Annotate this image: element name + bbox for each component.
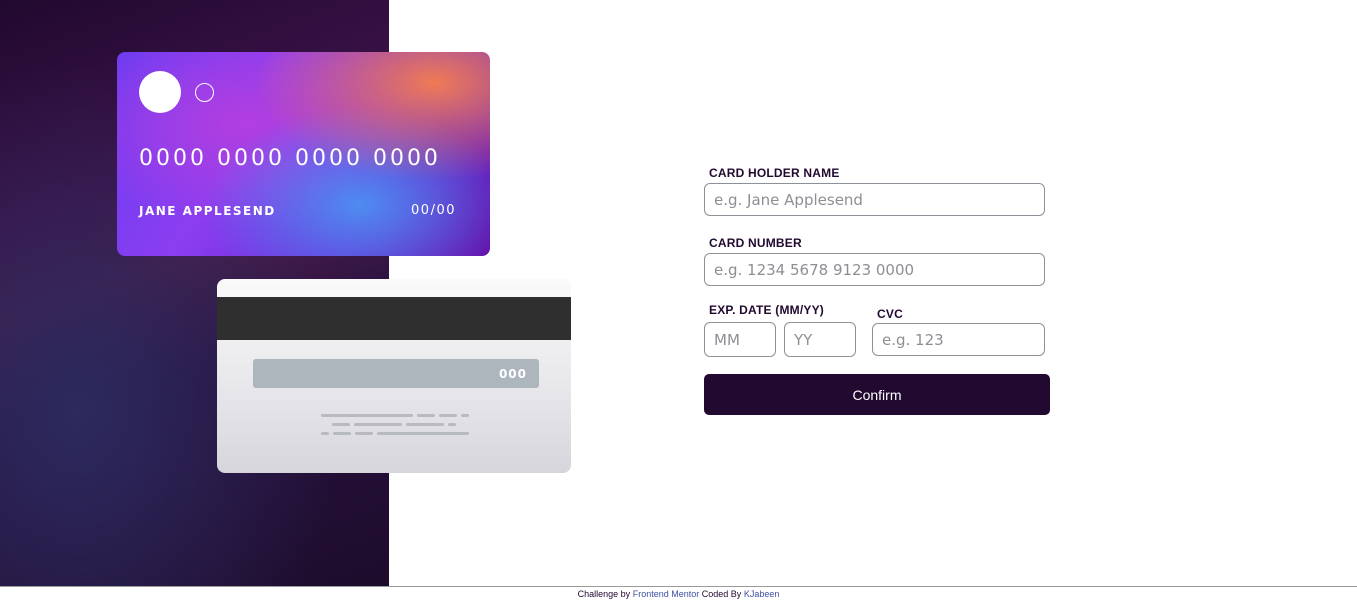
card-back-decoration <box>333 432 351 435</box>
expdate-label: EXP. DATE (MM/YY) <box>709 303 824 317</box>
card-back: 000 <box>217 279 571 473</box>
attribution-footer: Challenge by Frontend Mentor Coded By KJ… <box>0 589 1357 599</box>
card-number-display: 0000 0000 0000 0000 <box>139 146 441 171</box>
cardnumber-input[interactable] <box>704 253 1045 286</box>
card-back-decoration <box>448 423 456 426</box>
card-back-decoration <box>321 432 329 435</box>
exp-month-input[interactable] <box>704 322 776 357</box>
card-back-decoration <box>354 423 402 426</box>
card-back-decoration <box>406 423 444 426</box>
cardnumber-label: CARD NUMBER <box>709 236 802 250</box>
exp-year-input[interactable] <box>784 322 856 357</box>
card-holder-display: JANE APPLESEND <box>139 204 276 218</box>
card-back-decoration <box>377 432 469 435</box>
footer-divider <box>0 586 1357 587</box>
card-front: 0000 0000 0000 0000 JANE APPLESEND 00/00 <box>117 52 490 256</box>
card-cvc-display: 000 <box>498 367 527 381</box>
card-back-decoration <box>461 414 469 417</box>
card-back-decoration <box>355 432 373 435</box>
card-back-decoration <box>321 414 413 417</box>
card-logo-circle-icon <box>139 71 181 113</box>
card-back-decoration <box>332 423 350 426</box>
coded-by-prefix: Coded By <box>701 589 742 599</box>
page: 0000 0000 0000 0000 JANE APPLESEND 00/00… <box>0 0 1357 600</box>
cardholder-label: CARD HOLDER NAME <box>709 166 840 180</box>
frontend-mentor-link[interactable]: Frontend Mentor <box>633 589 700 599</box>
cvc-input[interactable] <box>872 323 1045 356</box>
card-back-decoration <box>417 414 435 417</box>
challenge-prefix: Challenge by <box>577 589 631 599</box>
author-link[interactable]: KJabeen <box>744 589 780 599</box>
cvc-label: CVC <box>877 307 903 321</box>
cardholder-input[interactable] <box>704 183 1045 216</box>
card-logo-ring-icon <box>195 83 214 102</box>
card-expiry-display: 00/00 <box>411 203 456 218</box>
confirm-button[interactable]: Confirm <box>704 374 1050 415</box>
magnetic-stripe <box>217 297 571 340</box>
card-back-decoration <box>439 414 457 417</box>
signature-strip: 000 <box>253 359 539 388</box>
